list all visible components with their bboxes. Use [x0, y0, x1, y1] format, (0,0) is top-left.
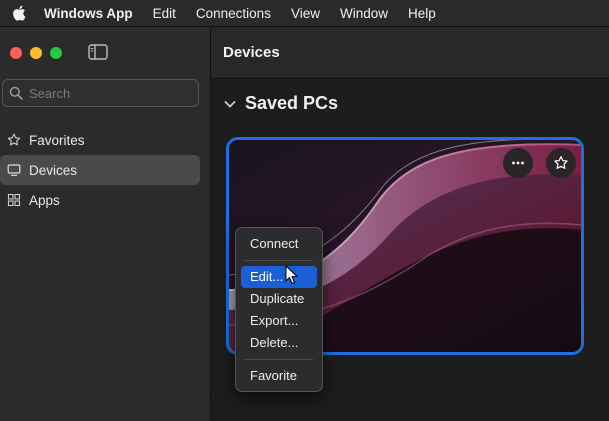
menu-separator [245, 260, 313, 261]
menu-window[interactable]: Window [330, 0, 398, 27]
minimize-window-button[interactable] [30, 47, 42, 59]
menu-item-edit[interactable]: Edit... [241, 266, 317, 288]
zoom-window-button[interactable] [50, 47, 62, 59]
ellipsis-icon [512, 161, 524, 165]
star-icon [554, 156, 568, 169]
sidebar: Favorites Devices Apps [0, 27, 211, 421]
sidebar-nav: Favorites Devices Apps [0, 125, 211, 215]
mouse-cursor-icon [285, 265, 298, 284]
context-menu: Connect Edit... Duplicate Export... Dele… [235, 227, 323, 392]
menu-view[interactable]: View [281, 0, 330, 27]
star-icon [7, 133, 21, 146]
menu-help[interactable]: Help [398, 0, 446, 27]
sidebar-item-favorites[interactable]: Favorites [0, 125, 211, 155]
menu-connections[interactable]: Connections [186, 0, 281, 27]
menu-item-favorite[interactable]: Favorite [241, 365, 317, 387]
sidebar-toggle-icon[interactable] [88, 44, 108, 60]
search-icon [9, 86, 23, 100]
chevron-down-icon[interactable] [223, 97, 237, 111]
window-controls [10, 47, 62, 59]
sidebar-item-label: Devices [29, 162, 78, 178]
close-window-button[interactable] [10, 47, 22, 59]
main-header: Devices [211, 27, 609, 79]
page-title: Devices [223, 44, 280, 61]
menu-bar: Windows App Edit Connections View Window… [0, 0, 609, 27]
sidebar-item-label: Favorites [29, 132, 85, 148]
more-options-button[interactable] [503, 148, 533, 178]
menu-item-export[interactable]: Export... [241, 310, 317, 332]
menu-item-connect[interactable]: Connect [241, 233, 317, 255]
saved-pcs-section-header[interactable]: Saved PCs [223, 93, 338, 114]
sidebar-item-apps[interactable]: Apps [0, 185, 211, 215]
favorite-star-button[interactable] [546, 148, 576, 178]
monitor-icon [7, 164, 21, 176]
apps-grid-icon [7, 193, 21, 207]
section-title: Saved PCs [245, 93, 339, 113]
menu-item-duplicate[interactable]: Duplicate [241, 288, 317, 310]
menu-edit[interactable]: Edit [143, 0, 186, 27]
search-field[interactable] [2, 79, 199, 107]
menu-item-delete[interactable]: Delete... [241, 332, 317, 354]
search-input[interactable] [29, 85, 189, 101]
sidebar-item-devices[interactable]: Devices [0, 155, 200, 185]
menu-separator [245, 359, 313, 360]
apple-logo-icon[interactable] [11, 4, 29, 22]
menu-app-name[interactable]: Windows App [40, 0, 143, 27]
sidebar-item-label: Apps [29, 192, 60, 208]
